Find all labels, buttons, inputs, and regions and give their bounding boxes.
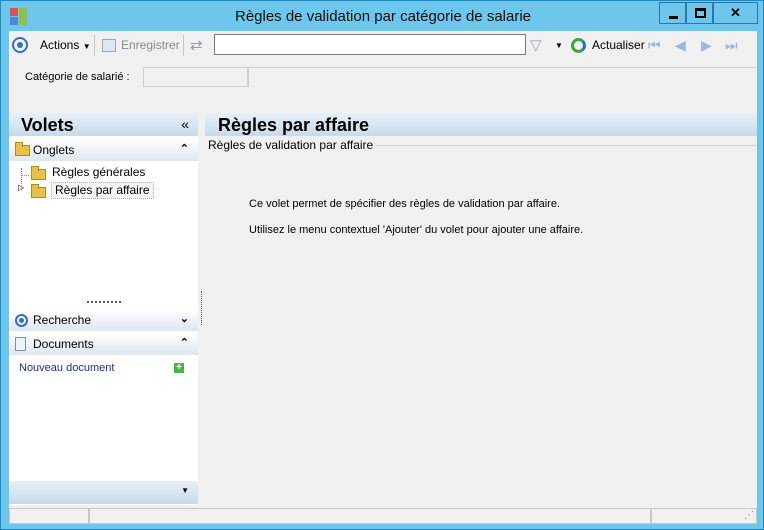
- tree-connector: [21, 175, 29, 176]
- collapse-panel-icon[interactable]: «: [181, 116, 189, 132]
- panel-footer[interactable]: ▼: [9, 481, 198, 504]
- maximize-icon: [695, 8, 706, 18]
- document-icon: [15, 337, 26, 351]
- resize-grip-icon[interactable]: ⋰: [744, 510, 754, 521]
- parameter-row: Catégorie de salarié :: [9, 60, 757, 88]
- target-icon[interactable]: [12, 37, 28, 53]
- expand-arrow-icon[interactable]: ▷: [18, 183, 24, 192]
- new-document-link[interactable]: Nouveau document: [19, 362, 114, 374]
- first-record-icon[interactable]: ⏮: [648, 37, 661, 54]
- documents-section-label: Documents: [33, 337, 94, 351]
- add-icon[interactable]: +: [174, 363, 184, 373]
- search-input[interactable]: [214, 34, 526, 55]
- panel-splitter[interactable]: [201, 291, 202, 325]
- tree-item-rules-by-project[interactable]: Règles par affaire: [51, 182, 154, 199]
- toolbar: Actions ▼ Enregistrer ⇄ ▽ ▼ Actualiser ⏮…: [9, 31, 757, 60]
- search-section-header[interactable]: Recherche ⌄: [9, 309, 198, 331]
- status-cell: [651, 508, 757, 524]
- app-window: Règles de validation par catégorie de sa…: [0, 0, 764, 530]
- category-description-field: [248, 67, 757, 87]
- save-icon: [102, 39, 116, 52]
- toolbar-separator: [94, 35, 95, 56]
- actions-menu-button[interactable]: Actions ▼: [40, 37, 91, 54]
- group-box-label: Règles de validation par affaire: [208, 138, 377, 152]
- collapse-section-icon[interactable]: ⌃: [180, 336, 189, 349]
- refresh-button[interactable]: Actualiser: [592, 37, 645, 54]
- filter-dropdown-icon[interactable]: ▼: [555, 37, 563, 54]
- status-cell: [89, 508, 651, 524]
- status-bar: ⋰: [9, 505, 757, 524]
- title-bar[interactable]: Règles de validation par catégorie de sa…: [1, 1, 763, 31]
- tree-item-label: Règles par affaire: [55, 183, 150, 197]
- info-text-2: Utilisez le menu contextuel 'Ajouter' du…: [249, 224, 584, 236]
- chevron-down-icon[interactable]: ▼: [181, 486, 189, 495]
- minimize-icon: [669, 16, 678, 19]
- expand-section-icon[interactable]: ⌄: [180, 312, 189, 325]
- documents-section-header[interactable]: Documents ⌃: [9, 333, 198, 355]
- close-icon: ✕: [730, 5, 741, 20]
- client-area: Actions ▼ Enregistrer ⇄ ▽ ▼ Actualiser ⏮…: [9, 31, 757, 524]
- last-record-icon[interactable]: ⏭: [725, 37, 738, 54]
- minimize-button[interactable]: [659, 2, 686, 24]
- sync-icon[interactable]: ⇄: [190, 37, 203, 54]
- toolbar-separator: [183, 35, 184, 56]
- splitter-grip[interactable]: [87, 301, 121, 303]
- volets-title: Volets: [21, 115, 74, 135]
- save-button[interactable]: Enregistrer: [121, 37, 180, 54]
- tabs-section-label: Onglets: [33, 143, 75, 157]
- tree-item-general-rules[interactable]: Règles générales: [52, 165, 145, 182]
- volets-header: Volets «: [9, 113, 198, 136]
- info-text-1: Ce volet permet de spécifier des règles …: [249, 198, 561, 210]
- content-title: Règles par affaire: [218, 115, 370, 135]
- actions-label: Actions: [40, 38, 80, 52]
- collapse-section-icon[interactable]: ⌃: [180, 142, 189, 155]
- window-title: Règles de validation par catégorie de sa…: [234, 8, 531, 25]
- maximize-button[interactable]: [686, 2, 713, 24]
- search-icon: [15, 314, 28, 327]
- folder-icon: [15, 142, 30, 156]
- group-box-border: [371, 145, 757, 146]
- category-field[interactable]: [143, 67, 248, 87]
- status-cell: [9, 508, 89, 524]
- previous-record-icon[interactable]: ◀: [675, 37, 686, 54]
- volets-panel: Volets « Onglets ⌃ Règles générales ▷ Rè…: [9, 113, 198, 505]
- filter-icon[interactable]: ▽: [530, 37, 542, 54]
- search-section-label: Recherche: [33, 313, 92, 327]
- folder-icon: [31, 166, 46, 180]
- open-folder-icon: [31, 184, 46, 198]
- category-label: Catégorie de salarié :: [25, 71, 130, 83]
- content-header: Règles par affaire: [205, 113, 757, 136]
- chevron-down-icon: ▼: [82, 42, 91, 51]
- next-record-icon[interactable]: ▶: [701, 37, 712, 54]
- refresh-icon[interactable]: [571, 38, 586, 53]
- close-button[interactable]: ✕: [713, 2, 758, 24]
- tabs-section-header[interactable]: Onglets ⌃: [9, 139, 198, 161]
